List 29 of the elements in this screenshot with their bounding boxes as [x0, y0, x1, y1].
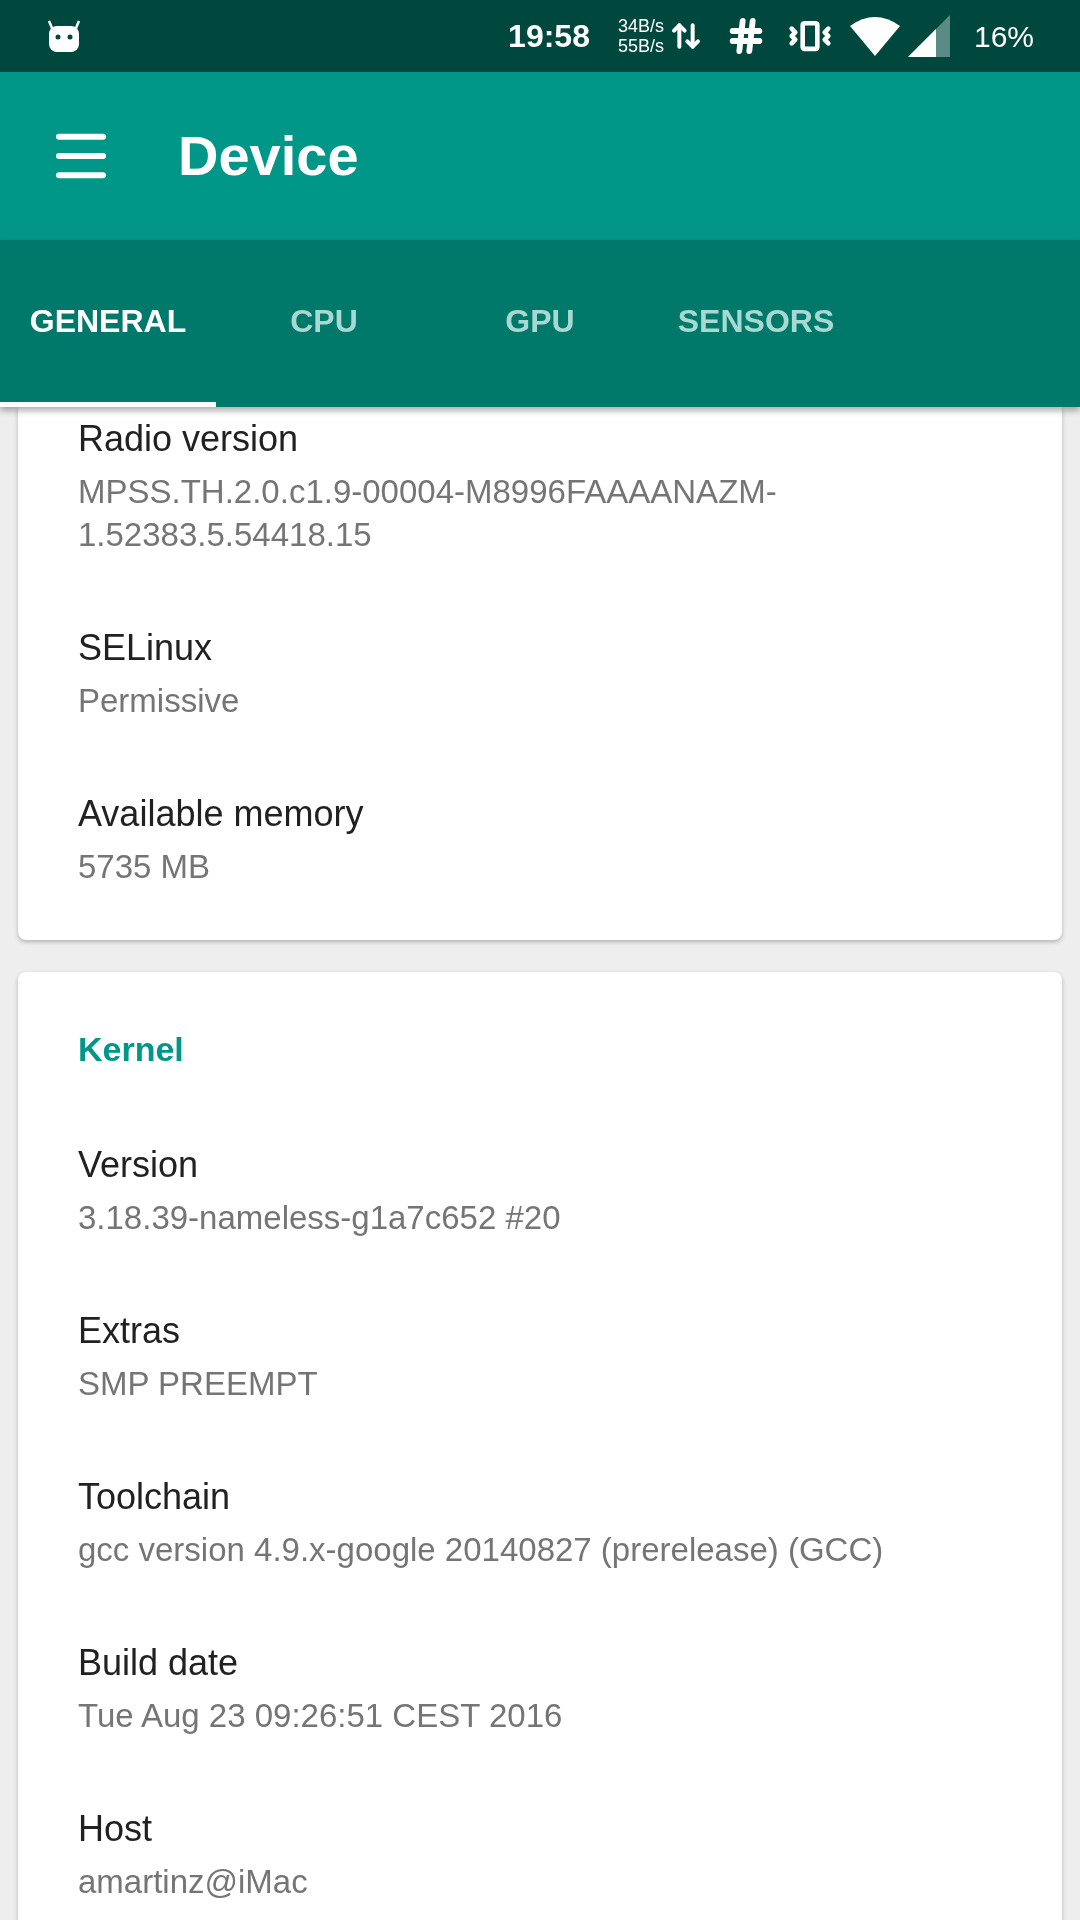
- tab[interactable]: CPU: [216, 240, 432, 407]
- data-arrows-icon: [669, 20, 702, 52]
- download-speed: 55B/s: [617, 36, 664, 56]
- info-value: SMP PREEMPT: [78, 1364, 319, 1404]
- info-label: Extras: [78, 1309, 182, 1353]
- info-label: Build date: [78, 1641, 240, 1685]
- info-label: Radio version: [78, 417, 300, 461]
- info-value: Permissive: [78, 681, 241, 721]
- tab[interactable]: GPU: [432, 240, 648, 407]
- info-label: Available memory: [78, 792, 365, 836]
- info-value: gcc version 4.9.x-google 20140827 (prerelease) (GCC): [78, 1530, 885, 1570]
- info-value: MPSS.TH.2.0.c1.9-00004-M8996FAAAANAZM-1.52383.5.54418.15: [78, 472, 778, 555]
- clock: 19:58: [508, 17, 590, 56]
- info-value: amartinz@iMac: [78, 1862, 309, 1902]
- info-label: SELinux: [78, 626, 214, 670]
- section-heading: Kernel: [78, 1029, 185, 1070]
- info-label: Host: [78, 1807, 154, 1851]
- app-title: Device: [178, 123, 359, 189]
- android-icon: [46, 18, 82, 54]
- info-value: 3.18.39-nameless-g1a7c652 #20: [78, 1198, 562, 1238]
- info-value: 5735 MB: [78, 847, 212, 887]
- info-label: Version: [78, 1143, 200, 1187]
- info-label: Toolchain: [78, 1475, 232, 1519]
- upload-speed: 34B/s: [617, 16, 664, 36]
- info-value: Tue Aug 23 09:26:51 CEST 2016: [78, 1696, 564, 1736]
- wifi-icon: [849, 16, 900, 56]
- signal-icon: [907, 15, 950, 57]
- battery-percent: 16%: [973, 18, 1034, 55]
- tab[interactable]: SENSORS: [648, 240, 864, 407]
